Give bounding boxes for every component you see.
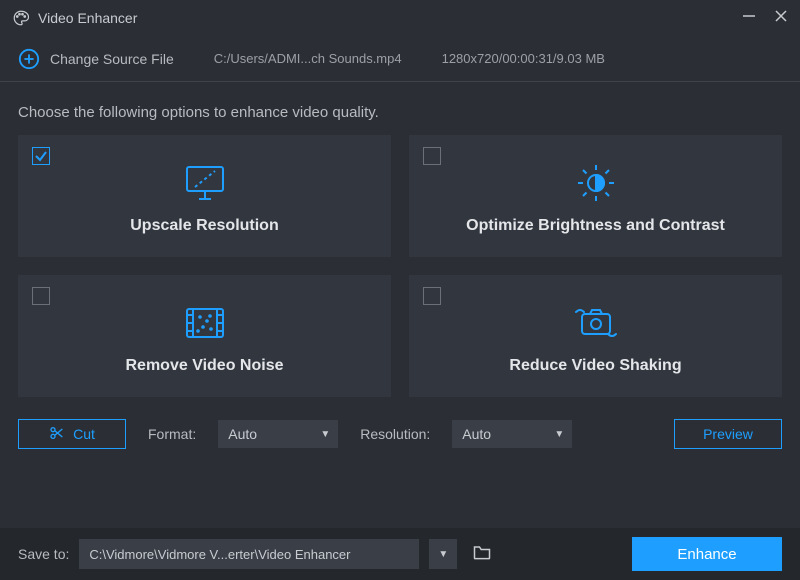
- option-label: Optimize Brightness and Contrast: [466, 217, 725, 235]
- checkbox-upscale[interactable]: [32, 147, 50, 165]
- plus-circle-icon: [18, 48, 40, 70]
- monitor-icon: [181, 157, 229, 209]
- option-label: Reduce Video Shaking: [509, 357, 681, 375]
- source-path: C:/Users/ADMI...ch Sounds.mp4: [214, 51, 402, 66]
- close-button[interactable]: [774, 9, 788, 28]
- format-label: Format:: [148, 426, 196, 442]
- save-path-field[interactable]: C:\Vidmore\Vidmore V...erter\Video Enhan…: [79, 539, 419, 569]
- chevron-down-icon: ▼: [320, 429, 330, 440]
- format-select[interactable]: Auto ▼: [218, 420, 338, 448]
- preview-button[interactable]: Preview: [674, 419, 782, 449]
- preview-label: Preview: [703, 426, 753, 442]
- window-controls: [742, 9, 788, 28]
- minimize-button[interactable]: [742, 9, 756, 28]
- folder-icon: [472, 543, 492, 566]
- option-noise[interactable]: Remove Video Noise: [18, 275, 391, 397]
- option-shaking[interactable]: Reduce Video Shaking: [409, 275, 782, 397]
- instruction-text: Choose the following options to enhance …: [0, 82, 800, 135]
- chevron-down-icon: ▼: [438, 549, 448, 560]
- option-brightness[interactable]: Optimize Brightness and Contrast: [409, 135, 782, 257]
- change-source-label: Change Source File: [50, 51, 174, 67]
- save-path-dropdown[interactable]: ▼: [429, 539, 457, 569]
- option-upscale[interactable]: Upscale Resolution: [18, 135, 391, 257]
- titlebar: Video Enhancer: [0, 0, 800, 36]
- camera-shake-icon: [570, 297, 622, 349]
- resolution-select[interactable]: Auto ▼: [452, 420, 572, 448]
- checkbox-shaking[interactable]: [423, 287, 441, 305]
- checkbox-noise[interactable]: [32, 287, 50, 305]
- format-value: Auto: [228, 426, 257, 442]
- brightness-icon: [572, 157, 620, 209]
- enhance-button[interactable]: Enhance: [632, 537, 782, 571]
- bottom-bar: Save to: C:\Vidmore\Vidmore V...erter\Vi…: [0, 528, 800, 580]
- change-source-button[interactable]: Change Source File: [18, 48, 174, 70]
- app-title: Video Enhancer: [38, 10, 742, 26]
- open-folder-button[interactable]: [467, 539, 497, 569]
- cut-label: Cut: [73, 426, 95, 442]
- option-label: Upscale Resolution: [130, 217, 278, 235]
- enhance-label: Enhance: [677, 546, 736, 563]
- checkbox-brightness[interactable]: [423, 147, 441, 165]
- chevron-down-icon: ▼: [554, 429, 564, 440]
- source-meta: 1280x720/00:00:31/9.03 MB: [442, 51, 605, 66]
- controls-row: Cut Format: Auto ▼ Resolution: Auto ▼ Pr…: [0, 397, 800, 449]
- palette-icon: [12, 9, 30, 27]
- cut-button[interactable]: Cut: [18, 419, 126, 449]
- scissors-icon: [49, 425, 65, 444]
- save-to-label: Save to:: [18, 546, 69, 562]
- save-path-value: C:\Vidmore\Vidmore V...erter\Video Enhan…: [89, 547, 350, 562]
- resolution-label: Resolution:: [360, 426, 430, 442]
- resolution-value: Auto: [462, 426, 491, 442]
- options-grid: Upscale Resolution Optimize Brightness a…: [0, 135, 800, 397]
- source-bar: Change Source File C:/Users/ADMI...ch So…: [0, 36, 800, 82]
- option-label: Remove Video Noise: [126, 357, 284, 375]
- film-noise-icon: [181, 297, 229, 349]
